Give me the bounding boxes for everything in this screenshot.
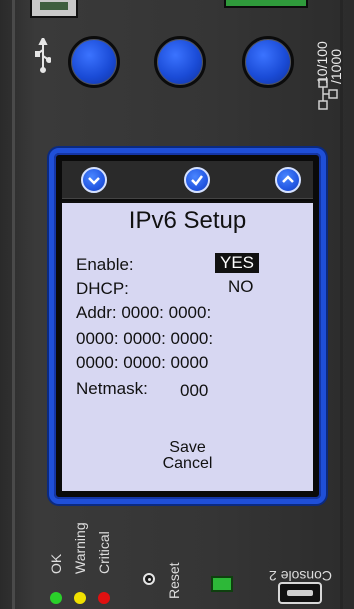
- addr-line-2[interactable]: 0000: 0000: 0000:: [76, 329, 213, 349]
- critical-label: Critical: [96, 531, 112, 574]
- device-panel: 10/100 /1000 IPv6 Setup Enable: YES DHCP…: [0, 0, 354, 609]
- chevron-up-icon[interactable]: [275, 167, 301, 193]
- reset-label: Reset: [166, 562, 182, 599]
- cancel-button[interactable]: Cancel: [62, 455, 313, 473]
- top-green-connector: [224, 0, 308, 8]
- status-critical: Critical: [94, 522, 116, 608]
- right-edge-strip: [340, 0, 343, 609]
- addr-line-1[interactable]: Addr: 0000: 0000:: [76, 303, 211, 323]
- screen-title: IPv6 Setup: [128, 207, 247, 234]
- front-button-left[interactable]: [68, 36, 120, 88]
- netmask-label: Netmask:: [76, 379, 148, 398]
- lcd-display: IPv6 Setup Enable: YES DHCP: NO Addr: 00…: [49, 148, 326, 504]
- front-button-right[interactable]: [242, 36, 294, 88]
- usb-icon: [35, 38, 51, 73]
- status-ok: OK: [46, 522, 68, 608]
- speed-label: 10/100 /1000: [308, 24, 346, 84]
- warning-led: [74, 592, 86, 604]
- status-warning: Warning: [70, 522, 92, 608]
- critical-led: [98, 592, 110, 604]
- addr-line-3[interactable]: 0000: 0000: 0000: [76, 353, 208, 373]
- enable-value[interactable]: YES: [215, 253, 260, 273]
- lcd-screen: IPv6 Setup Enable: YES DHCP: NO Addr: 00…: [62, 201, 313, 491]
- dhcp-label: DHCP:: [76, 279, 129, 298]
- checkmark-icon[interactable]: [184, 167, 210, 193]
- warning-label: Warning: [72, 522, 88, 574]
- left-edge-strip: [12, 0, 15, 609]
- green-port: [211, 576, 233, 592]
- dhcp-value[interactable]: NO: [228, 277, 254, 297]
- console-port[interactable]: [278, 582, 322, 604]
- ethernet-icon: [318, 78, 338, 110]
- top-connector: [30, 0, 78, 18]
- chevron-down-icon[interactable]: [81, 167, 107, 193]
- ok-led: [50, 592, 62, 604]
- reset-button[interactable]: [143, 573, 155, 585]
- front-button-middle[interactable]: [154, 36, 206, 88]
- lcd-nav-bar: [62, 161, 313, 199]
- netmask-value[interactable]: 000: [180, 381, 208, 401]
- ok-label: OK: [48, 553, 64, 574]
- enable-label: Enable:: [76, 255, 134, 274]
